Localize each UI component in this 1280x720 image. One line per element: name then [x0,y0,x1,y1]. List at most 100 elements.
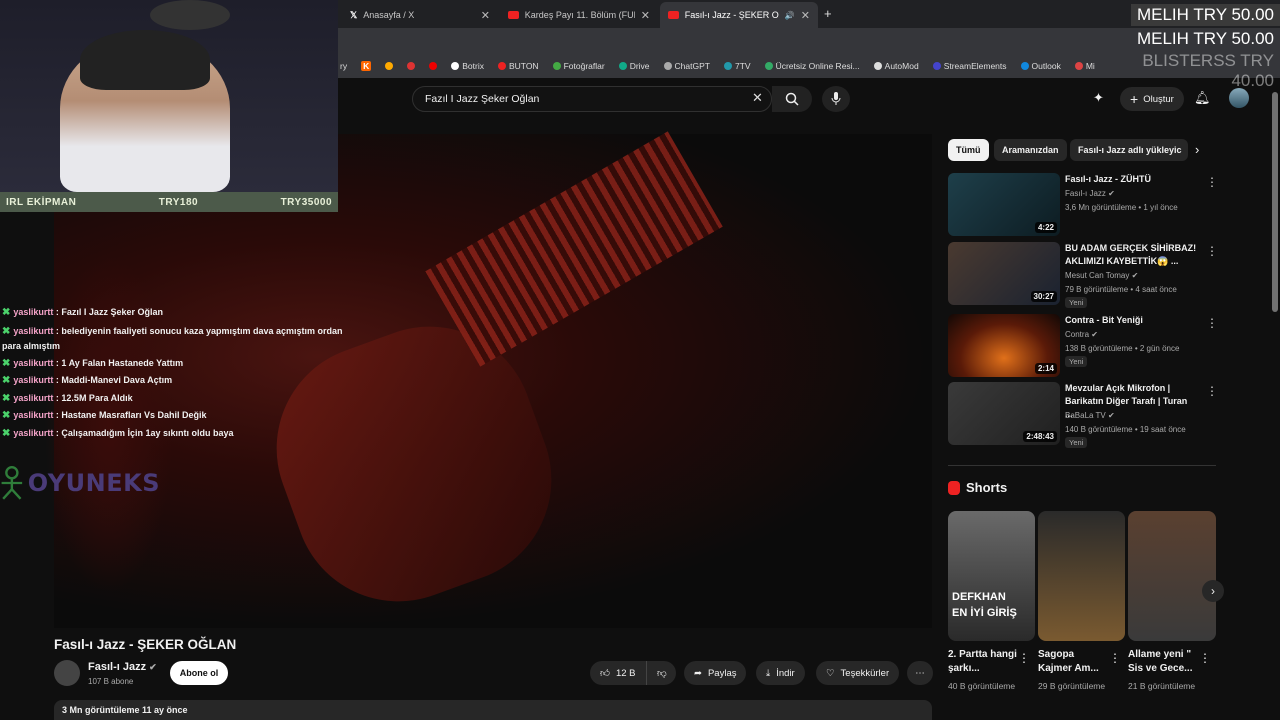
bookmark-streamelements[interactable]: StreamElements [932,61,1007,71]
chip-from-search[interactable]: Aramanızdan [994,139,1067,161]
shorts-next-button[interactable]: › [1202,580,1224,602]
bookmark-item[interactable]: K [361,61,372,71]
short-title[interactable]: Sagopa Kajmer Am... [1038,648,1110,676]
description-box[interactable]: 3 Mn görüntüleme 11 ay önce [54,700,932,720]
chip-label: Aramanızdan [1002,145,1059,155]
automod-icon [873,62,882,70]
plus-icon: + [1130,91,1139,107]
more-vertical-icon[interactable]: ⋮ [1109,651,1121,665]
verified-icon: ✔ [149,662,157,672]
more-actions-button[interactable]: ⋯ [907,661,933,685]
bookmark-automod[interactable]: AutoMod [873,61,919,71]
search-input[interactable]: Fazıl I Jazz Şeker Oğlan [412,86,772,112]
x-logo-icon: 𝕏 [350,9,358,20]
clear-search-icon[interactable]: ✕ [752,90,763,106]
download-button[interactable]: ⤓ İndir [756,661,805,685]
cast-icon[interactable]: ✦ [1093,90,1104,106]
more-vertical-icon[interactable]: ⋮ [1206,384,1218,398]
kick-icon: ✖ [2,392,11,404]
close-tab-icon[interactable]: ✕ [481,9,490,22]
tab-x[interactable]: 𝕏 Anasayfa / X ✕ [342,2,498,28]
related-meta: 79 B görüntüleme • 4 saat önce [1065,285,1177,294]
subscriber-count: 107 B abone [88,677,134,686]
related-video[interactable]: 4:22 Fasıl-ı Jazz - ZÜHTÜ Fasıl-ı Jazz ✔… [948,173,1218,236]
short-views: 21 B görüntüleme [1128,681,1196,691]
chat-user: yaslikurtt [13,357,54,368]
channel-name[interactable]: Fasıl-ı Jazz ✔ [88,661,157,673]
tab-label: Kardeş Payı 11. Bölüm (FULL HD [524,10,635,20]
video-frame-guitar-neck [425,131,723,367]
shorts-header: Shorts [948,480,1007,495]
related-video[interactable]: 30:27 BU ADAM GERÇEK SİHİRBAZ! AKLIMIZI … [948,242,1218,308]
channel-text: Contra [1065,330,1090,339]
chat-text: belediyenin faaliyeti sonucu kaza yapmış… [2,325,343,351]
bookmark-item[interactable] [385,62,394,70]
tab-fasil-jazz[interactable]: Fasıl-ı Jazz - ŞEKER OĞLAN 🔊 ✕ [660,2,818,28]
notifications-bell-icon[interactable]: 🔔︎ [1194,90,1211,106]
bookmark-chatgpt[interactable]: ChatGPT [663,61,710,71]
bookmark-item[interactable] [429,62,438,70]
heart-dollar-icon: ♡ [826,667,835,679]
bookmark-resim[interactable]: Ücretsiz Online Resi... [764,61,860,71]
short-title[interactable]: 2. Partta hangi şarkı... [948,648,1020,676]
short-thumbnail[interactable] [1038,511,1125,641]
subscribe-button[interactable]: Abone ol [170,661,228,685]
like-button[interactable]: 👍︎ 12 B [590,661,646,685]
new-tab-icon[interactable]: + [824,6,832,21]
more-vertical-icon[interactable]: ⋮ [1206,175,1218,189]
short-thumbnail[interactable] [1128,511,1216,641]
verified-icon: ✔ [1108,411,1115,420]
related-video[interactable]: 2:14 Contra - Bit Yeniği Contra ✔ 138 B … [948,314,1218,377]
tab-kardes-payi[interactable]: Kardeş Payı 11. Bölüm (FULL HD ✕ [500,2,658,28]
short-thumbnail[interactable]: DEFKHAN EN İYİ GİRİŞ [948,511,1035,641]
related-video[interactable]: 2:48:43 Mevzular Açık Mikrofon | Barikat… [948,382,1218,448]
short-overlay-text: DEFKHAN EN İYİ GİRİŞ [952,591,1017,619]
bookmark-item[interactable]: ry [340,61,347,71]
drive-icon [618,62,627,70]
bookmark-outlook[interactable]: Outlook [1020,61,1061,71]
dartboard [150,0,230,30]
bookmark-label: 7TV [734,61,751,71]
chat-text: Çalışamadığım İçin 1ay sıkıntı oldu baya [61,427,234,438]
like-count: 12 B [615,667,636,679]
search-button[interactable] [772,86,812,112]
bookmark-buton[interactable]: BUTON [497,61,539,71]
chat-message: ✖ yaslikurtt : 12.5M Para Aldık [2,392,133,404]
close-tab-icon[interactable]: ✕ [641,9,650,22]
bookmark-mi[interactable]: Mi [1074,61,1095,71]
thanks-button[interactable]: ♡ Teşekkürler [816,661,900,685]
chip-label: Fasıl-ı Jazz adlı yükleyic [1078,145,1182,155]
chat-text: 12.5M Para Aldık [61,392,133,403]
bookmark-item[interactable] [407,62,416,70]
account-avatar[interactable] [1229,88,1249,108]
more-vertical-icon[interactable]: ⋮ [1018,651,1030,665]
bookmark-7tv[interactable]: 7TV [723,61,751,71]
chat-message: ✖ yaslikurtt : Çalışamadığım İçin 1ay sık… [2,427,234,439]
image-tool-icon [764,62,773,70]
bookmark-fotograflar[interactable]: Fotoğraflar [552,61,605,71]
channel-avatar[interactable] [54,660,80,686]
page-scrollbar[interactable] [1272,92,1278,312]
dislike-button[interactable]: 👎︎ [646,661,676,685]
chat-user: yaslikurtt [13,410,54,420]
chip-uploader[interactable]: Fasıl-ı Jazz adlı yükleyic [1070,139,1188,161]
voice-search-button[interactable] [822,86,850,112]
close-tab-icon[interactable]: ✕ [801,9,810,22]
chat-message: ✖ yaslikurtt : Hastane Masrafları Vs Dahi… [2,410,207,421]
chevron-right-icon[interactable]: › [1195,142,1199,157]
share-icon: ➦ [694,667,702,679]
more-vertical-icon[interactable]: ⋮ [1199,651,1211,665]
more-vertical-icon[interactable]: ⋮ [1206,316,1218,330]
bookmark-botrix[interactable]: Botrix [451,61,484,71]
more-vertical-icon[interactable]: ⋮ [1206,244,1218,258]
bookmark-drive[interactable]: Drive [618,61,650,71]
chip-all[interactable]: Tümü [948,139,989,161]
share-button[interactable]: ➦ Paylaş [684,661,747,685]
chip-label: Tümü [956,145,981,155]
audio-icon[interactable]: 🔊 [785,11,795,20]
botrix-icon [451,62,460,70]
bookmark-label: AutoMod [884,61,919,71]
short-title[interactable]: Allame yeni " Sis ve Gece... [1128,648,1200,676]
chat-user: yaslikurtt [13,392,54,403]
buton-icon [497,62,506,70]
